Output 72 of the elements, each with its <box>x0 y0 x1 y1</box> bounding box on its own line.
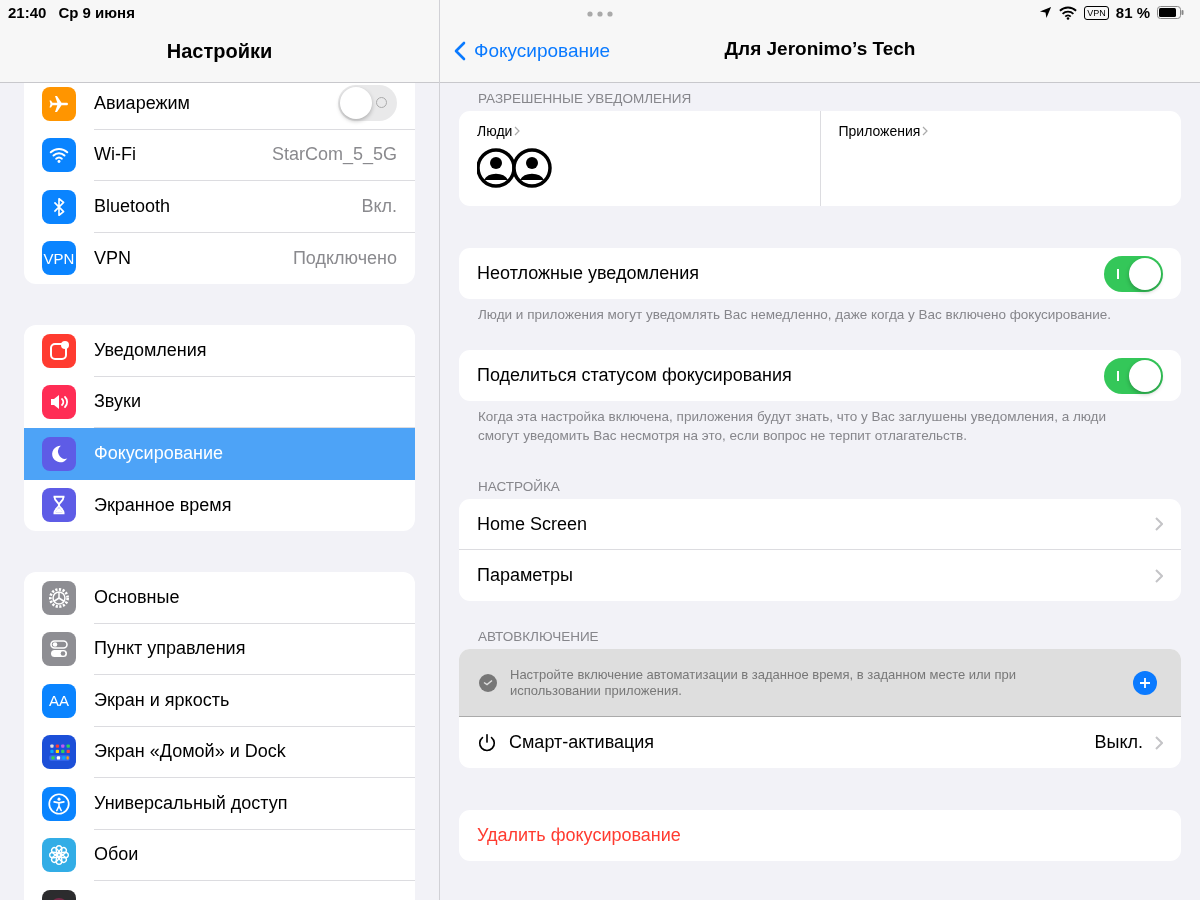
chevron-icon <box>1155 517 1163 531</box>
sidebar-item-label: Авиарежим <box>94 92 190 114</box>
vpn-icon: VPN <box>42 241 76 276</box>
sidebar-item-label: VPN <box>94 247 131 269</box>
apps-link[interactable]: Приложения <box>838 123 929 139</box>
setting-label: Смарт-активация <box>509 732 656 753</box>
sidebar-item-value: Подключено <box>292 247 397 269</box>
chevron-icon <box>922 126 929 136</box>
vpn-badge: VPN <box>1084 5 1109 20</box>
sidebar-item-label: Обои <box>94 844 139 866</box>
sidebar-item-label: Экранное время <box>94 494 232 516</box>
setting-value: Выкл. <box>1094 732 1143 753</box>
toggle-switch[interactable] <box>338 85 397 122</box>
people-link[interactable]: Люди <box>477 123 521 139</box>
clock-icon <box>478 672 498 693</box>
add-button[interactable] <box>1133 670 1157 695</box>
sidebar-item-label: Экран «Домой» и Dock <box>94 741 286 763</box>
setting-label: Неотложные уведомления <box>477 263 700 284</box>
power-icon <box>477 732 497 753</box>
contact-avatars-icon <box>477 147 553 189</box>
chevron-icon <box>514 126 521 136</box>
setting-description: Когда эта настройка включена, приложения будут знать, что у Вас заглушены уведомления, а люди смогут уведомить Вас несмотря на это, если вопрос не терпит отлагательств. <box>477 408 1108 445</box>
sidebar-item-value: StarCom_5_5G <box>271 144 397 166</box>
delete-focus-button[interactable]: Удалить фокусирование <box>459 810 1181 861</box>
plus-icon <box>1139 676 1151 689</box>
settings-row[interactable]: Home Screen <box>459 499 1181 550</box>
chevron-icon <box>1155 568 1163 583</box>
smart-activation-row[interactable]: Смарт-активация Выкл. <box>459 717 1181 768</box>
sidebar-item[interactable]: Пункт управления <box>24 623 415 675</box>
section-header: НАСТРОЙКА <box>477 478 561 496</box>
sidebar-item-label: Wi-Fi <box>94 144 136 166</box>
status-time: 21:40 <box>8 4 47 21</box>
toggle-switch[interactable] <box>1104 255 1163 292</box>
back-chevron-icon <box>454 41 466 61</box>
sidebar-item-value: Вкл. <box>361 195 397 217</box>
text-size-icon: AA <box>42 683 76 718</box>
sidebar-item-label: Фокусирование <box>94 443 224 465</box>
sidebar-item-label: Основные <box>94 586 180 608</box>
sidebar-item-label: Экран и яркость <box>94 689 230 711</box>
toggle-switch[interactable] <box>1104 357 1163 394</box>
sidebar-item[interactable]: Экранное время <box>24 479 415 531</box>
status-date: Ср 9 июня <box>58 4 135 21</box>
setting-description: Люди и приложения могут уведомлять Вас немедленно, даже когда у Вас включено фокусирование. <box>477 306 1113 324</box>
sidebar-item[interactable]: Экран «Домой» и Dock <box>24 726 415 778</box>
battery-icon <box>1157 6 1184 19</box>
automation-hint: Настройте включение автоматизации в заданное время, в заданном месте или при использовании приложения. <box>510 666 1018 699</box>
location-icon <box>1039 6 1053 19</box>
chevron-icon <box>1155 735 1163 750</box>
wifi-icon <box>1059 5 1078 20</box>
multitasking-dots-icon[interactable] <box>587 11 613 17</box>
sidebar-item[interactable]: Авиарежим <box>24 83 415 130</box>
sidebar-item[interactable]: AA Экран и яркость <box>24 675 415 727</box>
sidebar-item[interactable]: Wi-Fi StarCom_5_5G <box>24 129 415 181</box>
sidebar-item[interactable]: Основные <box>24 572 415 624</box>
sidebar-title: Настройки <box>165 40 274 63</box>
page-title: Для Jeronimo’s Tech <box>724 38 916 60</box>
settings-row[interactable]: Параметры <box>459 550 1181 601</box>
sidebar-item-label: Bluetooth <box>94 195 171 217</box>
section-header: АВТОВКЛЮЧЕНИЕ <box>477 628 600 646</box>
sidebar-item[interactable]: Bluetooth Вкл. <box>24 181 415 233</box>
section-header: РАЗРЕШЕННЫЕ УВЕДОМЛЕНИЯ <box>477 90 693 108</box>
setting-label: Поделиться статусом фокусирования <box>477 365 792 386</box>
sidebar-item-label: Уведомления <box>94 339 207 361</box>
sidebar-item-label: Универсальный доступ <box>94 792 288 814</box>
sidebar-item-label: Звуки <box>94 391 141 413</box>
sidebar-item[interactable]: VPN VPN Подключено <box>24 232 415 284</box>
sidebar-item[interactable]: Уведомления <box>24 325 415 377</box>
sidebar-item-label: Пункт управления <box>94 638 246 660</box>
sidebar-item[interactable]: Обои <box>24 829 415 881</box>
back-button[interactable]: Фокусирование <box>454 40 611 62</box>
battery-percent: 81 % <box>1115 4 1150 21</box>
sidebar-item[interactable]: Универсальный доступ <box>24 778 415 830</box>
